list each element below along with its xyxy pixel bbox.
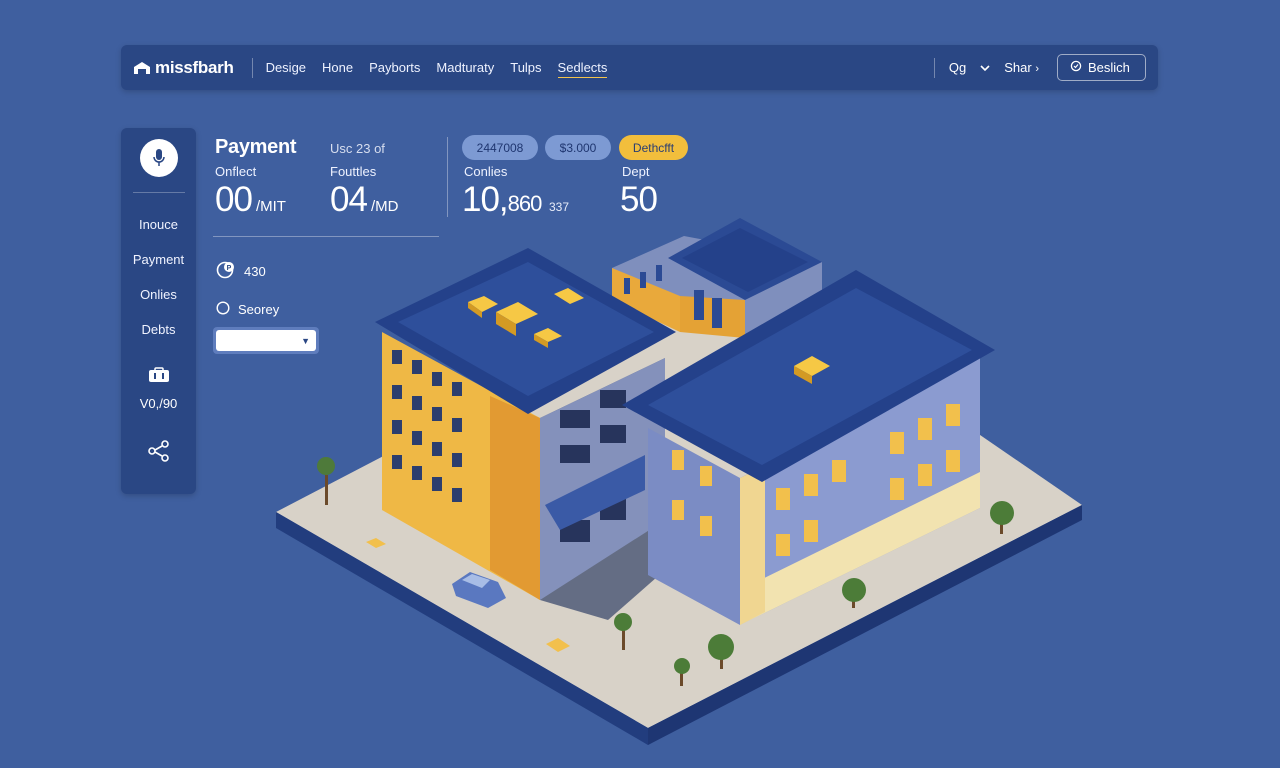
stat-value-conlies: 10,860 xyxy=(462,180,543,220)
nav-qg[interactable]: Qg xyxy=(949,60,966,75)
building-logo-icon xyxy=(133,61,151,75)
search-icon xyxy=(1070,60,1082,75)
nav-right: Qg Shar › Beslich xyxy=(933,54,1146,81)
stats-title: Payment xyxy=(215,136,297,158)
nav-divider xyxy=(251,57,253,78)
stat-value-fouttles: 04/MD xyxy=(330,180,398,220)
sidebar-item-payment[interactable]: Payment xyxy=(133,252,184,267)
dropdown-field[interactable]: ▼ xyxy=(216,330,316,351)
stat-label-dept: Dept xyxy=(622,164,650,179)
stat-value-fouttles-unit: /MD xyxy=(370,198,399,215)
pill-default[interactable]: Dethcfft xyxy=(619,135,688,160)
stat-label-onflect: Onflect xyxy=(215,164,257,179)
svg-text:P: P xyxy=(227,265,232,272)
nav-link-home[interactable]: Hone xyxy=(322,58,353,78)
stat-label-conlies: Conlies xyxy=(464,164,508,179)
chevron-down-icon[interactable] xyxy=(980,60,990,75)
share-label: Shar xyxy=(1004,60,1032,75)
brand-name: missfbarh xyxy=(155,57,234,77)
nav-link-design[interactable]: Desige xyxy=(266,58,306,78)
radio-icon xyxy=(216,301,230,318)
row-survey[interactable]: Seorey xyxy=(216,301,279,318)
nav-link-payments[interactable]: Payborts xyxy=(369,58,420,78)
nav-link-maturity[interactable]: Madturaty xyxy=(436,58,494,78)
stats-divider-horizontal xyxy=(213,236,439,237)
stat-value-fouttles-number: 04 xyxy=(330,180,368,219)
row-coin-value: 430 xyxy=(244,264,266,279)
search-button[interactable]: Beslich xyxy=(1057,54,1146,81)
top-nav-bar: missfbarh Desige Hone Payborts Madturaty… xyxy=(121,45,1158,90)
wallet-icon[interactable] xyxy=(148,367,170,388)
stat-value-dept: 50 xyxy=(620,180,658,219)
microphone-icon xyxy=(152,149,165,166)
share-menu[interactable]: Shar › xyxy=(1004,60,1039,75)
pill-amount-1[interactable]: 2447008 xyxy=(462,135,538,160)
stat-value-conlies-tail: 860 xyxy=(507,191,543,216)
stat-value-onflect-number: 00 xyxy=(215,180,253,219)
stats-subtitle: Usc 23 of xyxy=(330,141,385,156)
nav-divider-right xyxy=(933,57,935,78)
brand-logo[interactable]: missfbarh xyxy=(133,58,234,78)
stat-label-fouttles: Fouttles xyxy=(330,164,377,179)
sidebar-item-onlies[interactable]: Onlies xyxy=(140,287,177,302)
row-survey-label: Seorey xyxy=(238,302,280,317)
nav-link-tulps[interactable]: Tulps xyxy=(510,58,541,78)
sidebar-item-debts[interactable]: Debts xyxy=(142,322,176,337)
coin-icon: P xyxy=(216,260,236,283)
nav-link-selects[interactable]: Sedlects xyxy=(557,58,608,78)
sidebar: Inouce Payment Onlies Debts V0,/90 xyxy=(121,128,196,494)
arrow-right-icon: › xyxy=(1035,63,1039,75)
stat-value-onflect-unit: /MIT xyxy=(255,198,286,215)
stat-value-conlies-small: 337 xyxy=(549,200,570,214)
dropdown-select[interactable]: ▼ xyxy=(213,327,319,354)
share-icon[interactable] xyxy=(147,439,171,468)
row-coin[interactable]: P 430 xyxy=(216,260,266,283)
stat-value-onflect: 00/MIT xyxy=(215,180,286,220)
sidebar-divider xyxy=(132,192,185,193)
pill-amount-2[interactable]: $3.000 xyxy=(545,135,611,160)
nav-links: Desige Hone Payborts Madturaty Tulps Sed… xyxy=(266,58,608,78)
mic-button[interactable] xyxy=(139,139,178,177)
sidebar-value: V0,/90 xyxy=(139,396,178,411)
search-label: Beslich xyxy=(1088,60,1130,75)
sidebar-item-invoice[interactable]: Inouce xyxy=(139,217,178,232)
stats-divider-vertical xyxy=(447,137,448,217)
stat-value-conlies-number: 10, xyxy=(462,180,509,219)
caret-down-icon: ▼ xyxy=(301,335,310,346)
